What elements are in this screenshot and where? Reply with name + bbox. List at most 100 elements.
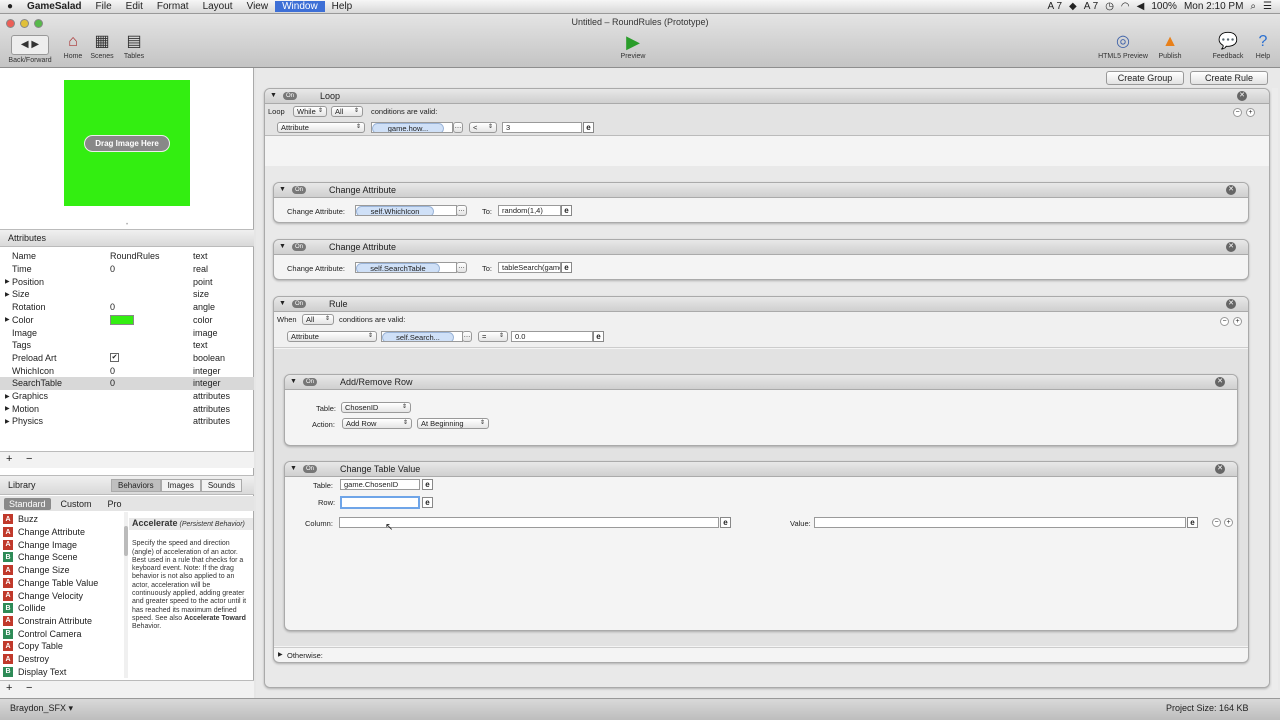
arr-action-select[interactable]: Add Row [342,418,412,429]
loop-attr-browse-button[interactable]: … [453,122,463,133]
ca1-on-toggle[interactable]: On [292,186,307,194]
otherwise-expand-icon[interactable]: ▶ [278,651,283,658]
ca2-attr-pill[interactable]: self.SearchTable [356,263,440,272]
scenes-button[interactable]: ▦ Scenes [88,33,116,60]
subtab-pro[interactable]: Pro [102,498,128,510]
ctv-row-expression-button[interactable]: e [422,497,433,508]
ctv-collapse-icon[interactable]: ▼ [290,465,297,472]
ca1-collapse-icon[interactable]: ▼ [279,186,286,193]
rule-attr-browse-button[interactable]: … [462,331,472,342]
attribute-value[interactable]: 0 [110,378,115,388]
attribute-value[interactable]: 0 [110,302,115,312]
notification-icon[interactable]: ☰ [1263,1,1272,12]
attribute-row[interactable]: Time 0 real [0,263,254,276]
ca1-close-icon[interactable]: ✕ [1226,185,1236,195]
library-item[interactable]: A Change Table Value [0,577,122,590]
attribute-row[interactable]: SearchTable 0 integer [0,377,254,390]
rule-remove-cond-icon[interactable]: − [1220,317,1229,326]
preview-button[interactable]: ▶ Preview [615,33,651,60]
rule-operator-select[interactable]: = [478,331,508,342]
publish-button[interactable]: ▲ Publish [1154,33,1186,60]
tab-sounds[interactable]: Sounds [200,479,242,492]
ca1-attr-pill[interactable]: self.WhichIcon [356,206,434,215]
help-button[interactable]: ? Help [1250,33,1276,60]
menu-file[interactable]: File [89,1,119,12]
expand-triangle-icon[interactable]: ▶ [5,316,10,323]
editor-scrollbar[interactable] [1272,88,1278,690]
rule-close-icon[interactable]: ✕ [1226,299,1236,309]
attribute-row[interactable]: Image image [0,326,254,339]
ca2-expression-button[interactable]: e [561,262,572,273]
attribute-row[interactable]: ▶ Graphics attributes [0,390,254,403]
loop-add-cond-icon[interactable]: + [1246,108,1255,117]
image-drop-well[interactable]: Drag Image Here [64,80,190,206]
library-item[interactable]: A Copy Table [0,640,122,653]
expand-triangle-icon[interactable]: ▶ [5,393,10,400]
rule-on-toggle[interactable]: On [292,300,307,308]
attribute-row[interactable]: WhichIcon 0 integer [0,364,254,377]
menu-app[interactable]: GameSalad [20,1,88,12]
menu-help[interactable]: Help [325,1,360,12]
attribute-value[interactable]: RoundRules [110,251,160,261]
home-button[interactable]: ⌂ Home [60,33,86,60]
rule-collapse-icon[interactable]: ▼ [279,300,286,307]
library-item[interactable]: A Change Attribute [0,526,122,539]
arr-on-toggle[interactable]: On [303,378,318,386]
ctv-remove-icon[interactable]: − [1212,518,1221,527]
arr-table-select[interactable]: ChosenID [341,402,411,413]
subtab-standard[interactable]: Standard [4,497,51,510]
attribute-row[interactable]: Name RoundRules text [0,250,254,263]
arr-position-select[interactable]: At Beginning [417,418,489,429]
attribute-row[interactable]: ▶ Physics attributes [0,415,254,428]
feedback-button[interactable]: 💬 Feedback [1208,33,1248,60]
rule-value-field[interactable]: 0.0 [511,331,593,342]
ca2-browse-button[interactable]: … [456,262,467,273]
splitter-handle[interactable]: • [0,222,254,228]
tables-button[interactable]: ▤ Tables [118,33,150,60]
add-attribute-button[interactable]: + [6,453,12,465]
menu-format[interactable]: Format [150,1,196,12]
loop-operator-select[interactable]: < [469,122,497,133]
menu-window[interactable]: Window [275,1,325,12]
ctv-row-field[interactable] [340,496,420,509]
expand-triangle-icon[interactable]: ▶ [5,418,10,425]
loop-attr-pill[interactable]: game.how... [372,123,444,132]
library-item[interactable]: A Change Size [0,564,122,577]
attribute-value[interactable]: 0 [110,366,115,376]
loop-all-select[interactable]: All [331,106,363,117]
ctv-add-icon[interactable]: + [1224,518,1233,527]
ctv-value-expression-button[interactable]: e [1187,517,1198,528]
rule-expression-button[interactable]: e [593,331,604,342]
remove-attribute-button[interactable]: − [26,453,32,465]
remove-behavior-button[interactable]: − [26,682,32,694]
attribute-row[interactable]: ▶ Color color [0,314,254,327]
loop-close-icon[interactable]: ✕ [1237,91,1247,101]
library-item[interactable]: A Change Image [0,538,122,551]
ca2-value-field[interactable]: tableSearch(game [498,262,561,273]
library-item[interactable]: B Change Scene [0,551,122,564]
menu-view[interactable]: View [240,1,276,12]
back-forward-button[interactable]: ◀ ▶ Back/Forward [4,35,56,64]
tab-behaviors[interactable]: Behaviors [111,479,161,492]
expand-triangle-icon[interactable]: ▶ [5,405,10,412]
ca2-close-icon[interactable]: ✕ [1226,242,1236,252]
ctv-close-icon[interactable]: ✕ [1215,464,1225,474]
create-group-button[interactable]: Create Group [1106,71,1184,85]
arr-collapse-icon[interactable]: ▼ [290,378,297,385]
library-item[interactable]: B Control Camera [0,627,122,640]
loop-expression-button[interactable]: e [583,122,594,133]
preload-art-checkbox[interactable]: ✔ [110,353,119,363]
ca1-value-field[interactable]: random(1,4) [498,205,561,216]
ctv-table-expression-button[interactable]: e [422,479,433,490]
dropbox-icon[interactable]: ◆ [1069,1,1077,12]
rule-all-select[interactable]: All [302,314,334,325]
tab-images[interactable]: Images [160,479,201,492]
ctv-column-field[interactable] [339,517,719,528]
attribute-row[interactable]: ▶ Position point [0,275,254,288]
color-swatch[interactable] [110,314,134,325]
status-a-icon[interactable]: A 7 [1048,1,1062,12]
expand-triangle-icon[interactable]: ▶ [5,278,10,285]
arr-close-icon[interactable]: ✕ [1215,377,1225,387]
loop-mode-select[interactable]: While [293,106,327,117]
attribute-row[interactable]: Preload Art ✔ boolean [0,352,254,365]
